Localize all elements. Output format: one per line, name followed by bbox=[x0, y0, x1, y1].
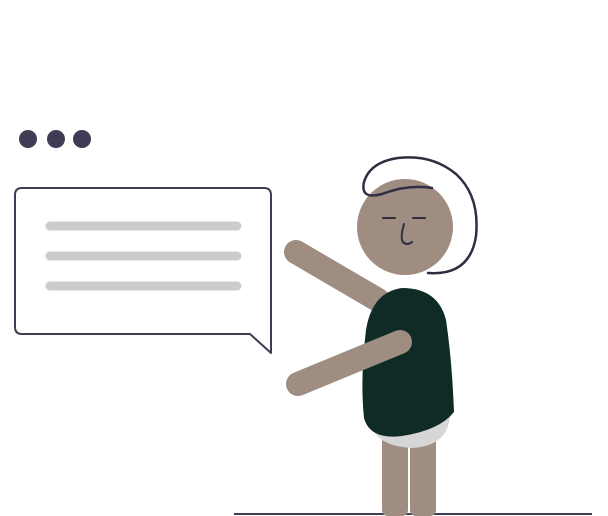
person-arm-raised bbox=[284, 240, 390, 312]
typing-dot bbox=[47, 130, 65, 148]
typing-dot bbox=[73, 130, 91, 148]
speech-bubble-outline bbox=[14, 187, 272, 354]
speech-bubble-icon bbox=[14, 187, 272, 354]
person-leg-right bbox=[410, 436, 436, 516]
person-illustration bbox=[284, 156, 478, 516]
person-leg-left bbox=[382, 436, 408, 516]
ellipsis-dots-icon bbox=[19, 130, 91, 148]
typing-dot bbox=[19, 130, 37, 148]
chat-illustration bbox=[14, 130, 592, 516]
person-head bbox=[357, 179, 453, 275]
illustration-canvas bbox=[0, 0, 608, 516]
